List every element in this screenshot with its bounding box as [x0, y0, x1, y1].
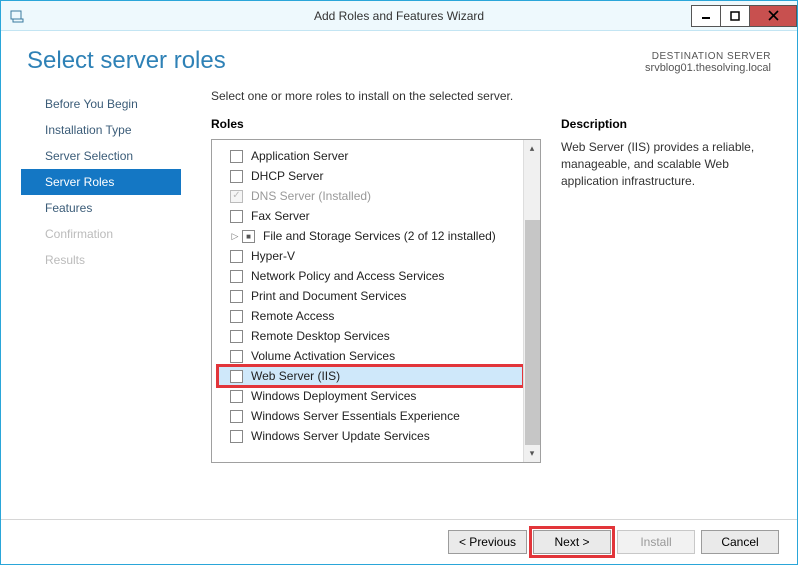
nav-confirmation: Confirmation — [1, 221, 181, 247]
nav-sidebar: Before You Begin Installation Type Serve… — [1, 83, 181, 519]
role-item[interactable]: Volume Activation Services — [218, 346, 523, 366]
role-label: Print and Document Services — [251, 289, 406, 303]
role-label: DHCP Server — [251, 169, 323, 183]
roles-listbox: Application Server DHCP Server DNS Server … — [211, 139, 541, 463]
checkbox[interactable] — [230, 350, 243, 363]
window-buttons — [692, 5, 797, 27]
previous-button[interactable]: < Previous — [448, 530, 527, 554]
install-button: Install — [617, 530, 695, 554]
checkbox[interactable] — [230, 370, 243, 383]
role-label: DNS Server (Installed) — [251, 189, 371, 203]
role-item[interactable]: Windows Server Essentials Experience — [218, 406, 523, 426]
checkbox[interactable] — [230, 150, 243, 163]
role-item[interactable]: Fax Server — [218, 206, 523, 226]
role-label: Windows Server Update Services — [251, 429, 430, 443]
wizard-window: Add Roles and Features Wizard Select ser… — [0, 0, 798, 565]
columns: Roles Application Server DHCP Server DNS S… — [211, 117, 773, 519]
scroll-up-icon[interactable]: ▴ — [524, 140, 540, 157]
role-item[interactable]: ▷ File and Storage Services (2 of 12 inst… — [218, 226, 523, 246]
next-button[interactable]: Next > — [533, 530, 611, 554]
description-column: Description Web Server (IIS) provides a … — [561, 117, 773, 519]
scrollbar[interactable]: ▴ ▾ — [523, 140, 540, 462]
role-label: Hyper-V — [251, 249, 295, 263]
role-label: Remote Access — [251, 309, 334, 323]
titlebar: Add Roles and Features Wizard — [1, 1, 797, 31]
role-label: File and Storage Services (2 of 12 insta… — [263, 229, 496, 243]
role-item[interactable]: Print and Document Services — [218, 286, 523, 306]
checkbox[interactable] — [230, 170, 243, 183]
checkbox[interactable] — [230, 290, 243, 303]
roles-title: Roles — [211, 117, 541, 131]
checkbox[interactable] — [230, 250, 243, 263]
role-label: Network Policy and Access Services — [251, 269, 444, 283]
checkbox — [230, 190, 243, 203]
window-title: Add Roles and Features Wizard — [1, 9, 797, 23]
scroll-down-icon[interactable]: ▾ — [524, 445, 540, 462]
checkbox[interactable] — [230, 410, 243, 423]
role-label: Remote Desktop Services — [251, 329, 390, 343]
nav-installation-type[interactable]: Installation Type — [1, 117, 181, 143]
role-label: Volume Activation Services — [251, 349, 395, 363]
page-title: Select server roles — [27, 47, 226, 75]
role-label: Fax Server — [251, 209, 310, 223]
role-item[interactable]: Windows Deployment Services — [218, 386, 523, 406]
checkbox[interactable] — [230, 390, 243, 403]
role-item[interactable]: DHCP Server — [218, 166, 523, 186]
role-label: Application Server — [251, 149, 348, 163]
role-item[interactable]: Windows Server Update Services — [218, 426, 523, 446]
role-label: Web Server (IIS) — [251, 369, 340, 383]
checkbox[interactable] — [230, 270, 243, 283]
scroll-thumb[interactable] — [525, 220, 540, 445]
nav-before-you-begin[interactable]: Before You Begin — [1, 91, 181, 117]
nav-results: Results — [1, 247, 181, 273]
role-label: Windows Server Essentials Experience — [251, 409, 460, 423]
nav-server-roles[interactable]: Server Roles — [21, 169, 181, 195]
role-item[interactable]: Remote Access — [218, 306, 523, 326]
main-panel: Select one or more roles to install on t… — [181, 83, 773, 519]
button-row: < Previous Next > Install Cancel — [1, 519, 797, 564]
body-area: Before You Begin Installation Type Serve… — [1, 83, 797, 519]
roles-column: Roles Application Server DHCP Server DNS S… — [211, 117, 541, 519]
role-item[interactable]: Web Server (IIS) — [218, 366, 523, 386]
description-title: Description — [561, 117, 773, 131]
roles-list[interactable]: Application Server DHCP Server DNS Server … — [212, 140, 523, 462]
role-item[interactable]: DNS Server (Installed) — [218, 186, 523, 206]
instruction-text: Select one or more roles to install on t… — [211, 83, 773, 117]
app-icon — [7, 6, 27, 26]
minimize-button[interactable] — [691, 5, 721, 27]
checkbox[interactable] — [242, 230, 255, 243]
header-area: Select server roles DESTINATION SERVER s… — [1, 31, 797, 83]
destination-server: DESTINATION SERVER srvblog01.thesolving.… — [645, 47, 771, 75]
role-item[interactable]: Application Server — [218, 146, 523, 166]
nav-features[interactable]: Features — [1, 195, 181, 221]
role-item[interactable]: Remote Desktop Services — [218, 326, 523, 346]
close-button[interactable] — [749, 5, 797, 27]
expand-icon[interactable]: ▷ — [230, 231, 240, 242]
role-item[interactable]: Hyper-V — [218, 246, 523, 266]
role-item[interactable]: Network Policy and Access Services — [218, 266, 523, 286]
cancel-button[interactable]: Cancel — [701, 530, 779, 554]
checkbox[interactable] — [230, 210, 243, 223]
nav-server-selection[interactable]: Server Selection — [1, 143, 181, 169]
checkbox[interactable] — [230, 330, 243, 343]
checkbox[interactable] — [230, 310, 243, 323]
checkbox[interactable] — [230, 430, 243, 443]
destination-label: DESTINATION SERVER — [645, 51, 771, 62]
client-area: Select server roles DESTINATION SERVER s… — [1, 31, 797, 564]
description-text: Web Server (IIS) provides a reliable, ma… — [561, 139, 773, 189]
destination-value: srvblog01.thesolving.local — [645, 62, 771, 74]
maximize-button[interactable] — [720, 5, 750, 27]
role-label: Windows Deployment Services — [251, 389, 416, 403]
